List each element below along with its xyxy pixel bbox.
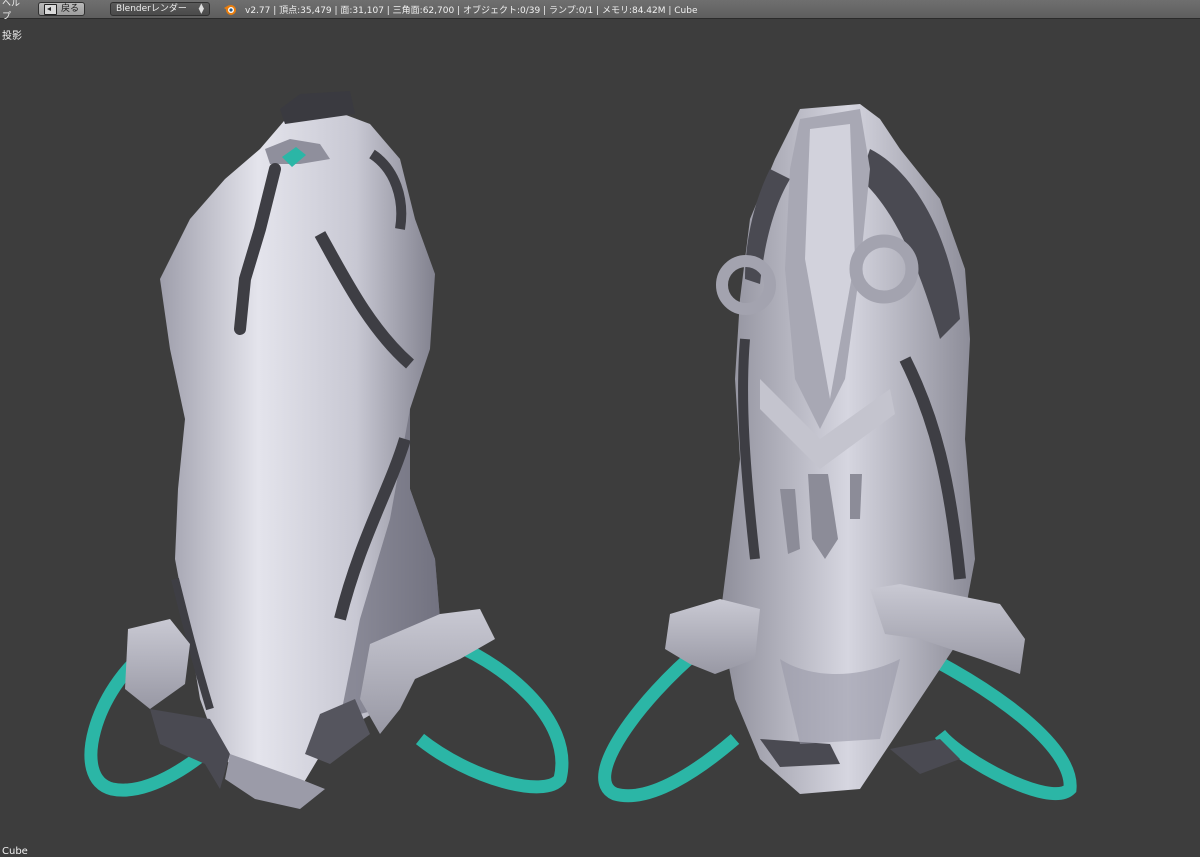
suit-model-back bbox=[598, 104, 1077, 803]
model-render bbox=[84, 91, 1077, 809]
blender-logo-icon bbox=[224, 5, 236, 15]
render-engine-select[interactable]: Blenderレンダー ▲ ▼ bbox=[110, 2, 210, 16]
scene-stats: v2.77 | 頂点:35,479 | 面:31,107 | 三角面:62,70… bbox=[245, 5, 698, 16]
back-button-label: 戻る bbox=[61, 4, 80, 14]
select-arrows-icon: ▲ ▼ bbox=[198, 2, 204, 15]
suit-model-front bbox=[84, 91, 569, 809]
back-arrow-icon bbox=[44, 3, 57, 15]
active-object-label: Cube bbox=[2, 846, 28, 857]
render-engine-value: Blenderレンダー bbox=[116, 4, 187, 14]
back-button[interactable]: 戻る bbox=[38, 2, 85, 16]
header-bar: ヘルプ 戻る Blenderレンダー ▲ ▼ v2.77 | 頂点:35,479 … bbox=[0, 0, 1200, 22]
3d-viewport[interactable]: 投影 Cube bbox=[0, 19, 1200, 857]
